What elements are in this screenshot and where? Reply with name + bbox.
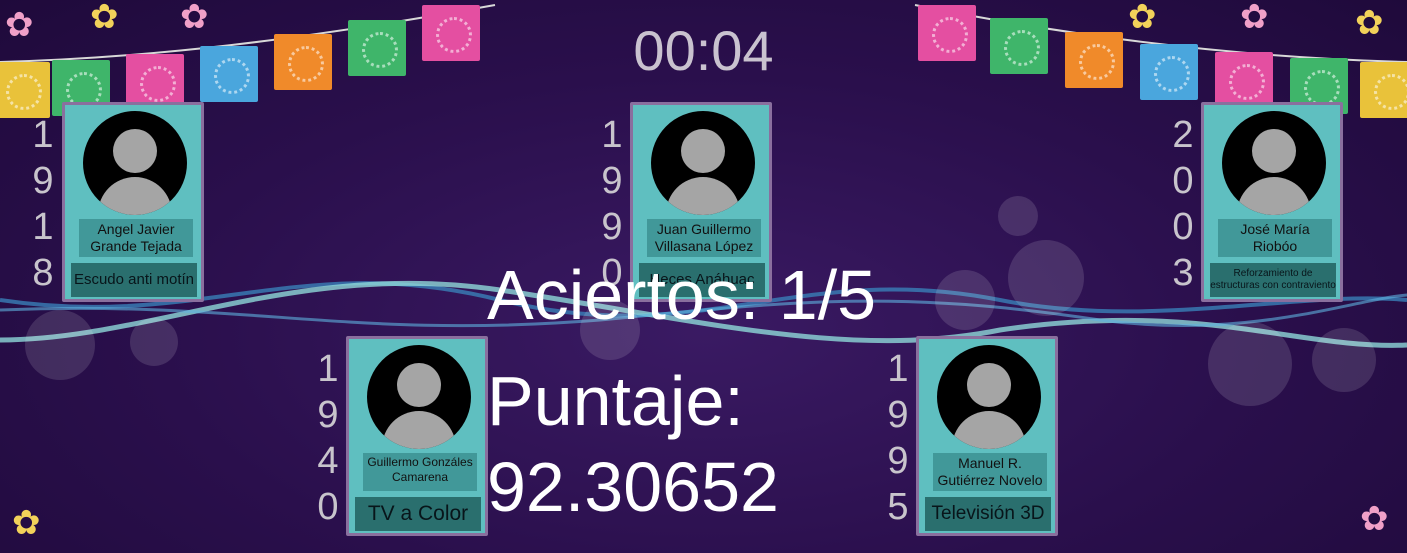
invention-label: Televisión 3D: [925, 497, 1051, 531]
invention-label: Reforzamiento de estructuras con contrav…: [1210, 263, 1336, 297]
banner-flag: [990, 18, 1048, 74]
flower-icon: ✿: [1128, 0, 1157, 36]
score-value: 92.30652: [487, 448, 779, 526]
card-year: 1940: [317, 348, 339, 528]
bokeh-bubble: [935, 270, 995, 330]
avatar-placeholder-icon: [367, 345, 471, 449]
bokeh-bubble: [1008, 240, 1084, 316]
card-year: 1918: [32, 114, 54, 294]
banner-flag: [200, 46, 258, 102]
flower-icon: ✿: [1355, 4, 1384, 42]
banner-flag: [0, 62, 50, 118]
score-label: Puntaje:: [487, 362, 744, 440]
banner-flag: [1215, 52, 1273, 108]
flower-icon: ✿: [5, 6, 34, 44]
timer: 00:04: [633, 19, 774, 82]
banner-flag: [1140, 44, 1198, 100]
flower-icon: ✿: [1240, 0, 1269, 36]
inventor-name: José María Riobóo: [1218, 219, 1332, 257]
bokeh-bubble: [25, 310, 95, 380]
banner-flag: [1065, 32, 1123, 88]
bokeh-bubble: [1312, 328, 1376, 392]
banner-flag: [1360, 62, 1407, 118]
avatar-placeholder-icon: [1222, 111, 1326, 215]
banner-flag: [918, 5, 976, 61]
inventor-card[interactable]: Manuel R. Gutiérrez Novelo Televisión 3D: [916, 336, 1058, 536]
bokeh-bubble: [1208, 322, 1292, 406]
inventor-name: Guillermo Gonzáles Camarena: [363, 453, 477, 491]
invention-label: TV a Color: [355, 497, 481, 531]
inventor-card[interactable]: Guillermo Gonzáles Camarena TV a Color: [346, 336, 488, 536]
inventor-card[interactable]: Angel Javier Grande Tejada Escudo anti m…: [62, 102, 204, 302]
inventor-name: Juan Guillermo Villasana López: [647, 219, 761, 257]
card-year: 2003: [1172, 114, 1194, 294]
bokeh-bubble: [130, 318, 178, 366]
inventor-name: Manuel R. Gutiérrez Novelo: [933, 453, 1047, 491]
bokeh-bubble: [998, 196, 1038, 236]
inventor-card[interactable]: José María Riobóo Reforzamiento de estru…: [1201, 102, 1343, 302]
card-year: 1995: [887, 348, 909, 528]
flower-icon: ✿: [1360, 500, 1389, 538]
invention-label: Escudo anti motín: [71, 263, 197, 297]
inventor-name: Angel Javier Grande Tejada: [79, 219, 193, 257]
banner-flag: [274, 34, 332, 90]
flower-icon: ✿: [90, 0, 119, 36]
banner-flag: [348, 20, 406, 76]
avatar-placeholder-icon: [937, 345, 1041, 449]
avatar-placeholder-icon: [83, 111, 187, 215]
flower-icon: ✿: [12, 504, 41, 542]
hits-label: Aciertos: 1/5: [487, 256, 877, 334]
flower-icon: ✿: [180, 0, 209, 36]
banner-flag: [422, 5, 480, 61]
avatar-placeholder-icon: [651, 111, 755, 215]
